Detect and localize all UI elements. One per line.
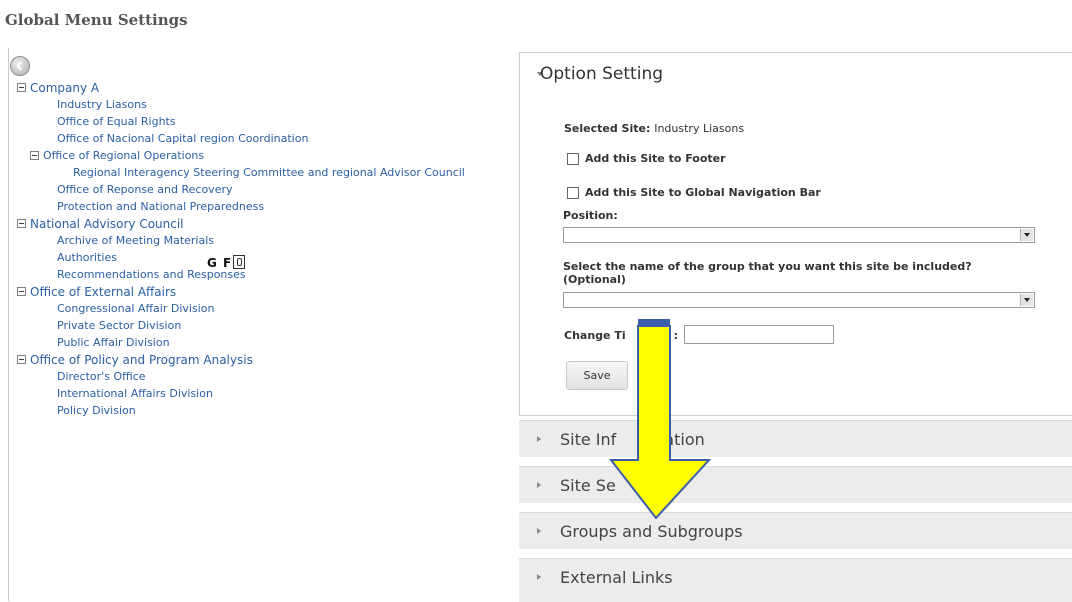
tree-node[interactable]: Authorities (57, 251, 117, 265)
selected-site-row: Selected Site: Industry Liasons (564, 122, 744, 135)
tree-node[interactable]: Office of External Affairs (17, 285, 176, 299)
tree-node-label: Protection and National Preparedness (57, 200, 265, 213)
down-arrow-annotation-icon (608, 319, 712, 520)
tree-node[interactable]: Policy Division (57, 404, 136, 418)
tree-node[interactable]: Office of Policy and Program Analysis (17, 353, 253, 367)
footer-checkbox[interactable] (567, 153, 579, 165)
tree-collapse-icon[interactable] (17, 219, 26, 228)
option-setting-header[interactable]: Option Setting (540, 64, 663, 84)
chevron-down-icon[interactable] (1020, 229, 1033, 241)
caret-right-icon (537, 574, 541, 580)
tree-node[interactable]: Public Affair Division (57, 336, 170, 350)
tree-node[interactable]: Private Sector Division (57, 319, 181, 333)
accordion-site-information[interactable]: Site Inf ation (519, 420, 1072, 457)
accordion-label: External Links (560, 568, 673, 587)
tree-node-label: Office of Regional Operations (43, 149, 205, 162)
group-label: Select the name of the group that you wa… (563, 260, 972, 273)
tree-node[interactable]: Protection and National Preparedness (57, 200, 264, 214)
accordion-external-links[interactable]: External Links (519, 558, 1072, 602)
tree-collapse-icon[interactable] (30, 150, 39, 160)
tree-node-label: Public Affair Division (57, 336, 170, 349)
tree-node-label: Office of Policy and Program Analysis (30, 353, 253, 367)
tree-node[interactable]: Office of Nacional Capital region Coordi… (57, 132, 308, 146)
footer-checkbox-label: Add this Site to Footer (585, 152, 726, 165)
tree-node-label: Director's Office (57, 370, 146, 383)
tree-node[interactable]: Archive of Meeting Materials (57, 234, 214, 248)
selected-site-value: Industry Liasons (654, 122, 745, 135)
back-arrow-icon[interactable] (10, 56, 30, 76)
tree-node[interactable]: International Affairs Division (57, 387, 213, 401)
position-label: Position: (563, 209, 618, 222)
tree-collapse-icon[interactable] (17, 287, 26, 296)
tree-node-label: Office of External Affairs (30, 285, 177, 299)
tree-node-label: Office of Nacional Capital region Coordi… (57, 132, 309, 145)
tree-node[interactable]: Industry Liasons (57, 98, 147, 112)
tree-node-label: Company A (30, 81, 100, 95)
tree-node-label: Authorities (57, 251, 117, 264)
left-divider (8, 48, 9, 601)
tree-node[interactable]: Congressional Affair Division (57, 302, 214, 316)
accordion-groups-and-subgroups[interactable]: Groups and Subgroups (519, 512, 1072, 549)
caret-right-icon (537, 482, 541, 488)
tree-node[interactable]: Office of Regional Operations (30, 149, 204, 163)
tree-node[interactable]: Company A (17, 81, 99, 95)
tree-node[interactable]: Office of Reponse and Recovery (57, 183, 233, 197)
global-nav-checkbox[interactable] (567, 187, 579, 199)
chevron-down-icon[interactable] (1020, 294, 1033, 306)
tree-node[interactable]: National Advisory Council (17, 217, 184, 231)
accordion-label: Groups and Subgroups (560, 522, 743, 541)
tree-node[interactable]: Office of Equal Rights (57, 115, 176, 129)
tree-collapse-icon[interactable] (17, 83, 26, 92)
tree-node-label: Congressional Affair Division (57, 302, 215, 315)
tree-node-label: National Advisory Council (30, 217, 184, 231)
tree-node-label: Office of Equal Rights (57, 115, 176, 128)
tree-collapse-icon[interactable] (17, 355, 26, 364)
group-optional-label: (Optional) (563, 273, 626, 286)
tree-node-label: Private Sector Division (57, 319, 182, 332)
back-arrow-glyph (16, 61, 23, 71)
tree-node[interactable]: Director's Office (57, 370, 146, 384)
tree-node-label: Archive of Meeting Materials (57, 234, 215, 247)
tree-node-label: International Affairs Division (57, 387, 213, 400)
page-title: Global Menu Settings (5, 11, 188, 29)
tree-node[interactable]: Regional Interagency Steering Committee … (73, 166, 465, 180)
lock-icon[interactable] (233, 254, 246, 269)
tree-node-label: Regional Interagency Steering Committee … (73, 166, 465, 179)
tree-node-label: Industry Liasons (57, 98, 147, 111)
gf-tools[interactable]: G F (207, 254, 246, 271)
caret-right-icon (537, 436, 541, 442)
group-select[interactable] (563, 292, 1035, 308)
gf-tools-text: G F (207, 256, 233, 270)
caret-right-icon (537, 528, 541, 534)
position-select[interactable] (563, 227, 1035, 243)
tree-node-label: Policy Division (57, 404, 136, 417)
tree-node-label: Office of Reponse and Recovery (57, 183, 233, 196)
global-nav-checkbox-label: Add this Site to Global Navigation Bar (585, 186, 821, 199)
selected-site-label: Selected Site: (564, 122, 651, 135)
accordion-site-security[interactable]: Site Sey (519, 466, 1072, 503)
